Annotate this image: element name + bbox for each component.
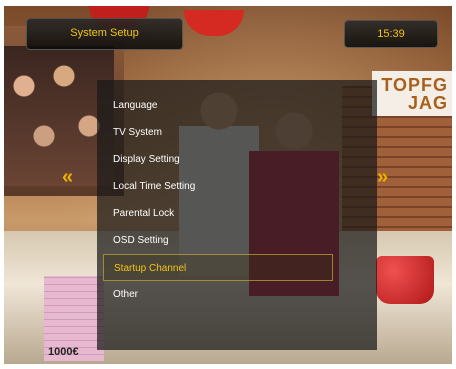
clock: 15:39 (377, 28, 405, 40)
page-title: System Setup (70, 27, 139, 39)
menu-item-tv-system[interactable]: TV System (103, 119, 333, 146)
system-setup-menu: Language TV System Display Setting Local… (97, 80, 377, 350)
menu-item-language[interactable]: Language (103, 92, 333, 119)
background-show-logo: TOPFG JAG (381, 75, 448, 113)
menu-item-parental-lock[interactable]: Parental Lock (103, 200, 333, 227)
double-chevron-right-icon[interactable]: » (377, 166, 388, 189)
menu-list: Language TV System Display Setting Local… (97, 92, 377, 308)
menu-item-local-time-setting[interactable]: Local Time Setting (103, 173, 333, 200)
menu-item-startup-channel[interactable]: Startup Channel (103, 254, 333, 281)
menu-item-display-setting[interactable]: Display Setting (103, 146, 333, 173)
background-red-pot (376, 256, 434, 304)
menu-item-osd-setting[interactable]: OSD Setting (103, 227, 333, 254)
tv-screen: TOPFG JAG 1000€ System Setup 15:39 « Lan… (4, 6, 452, 364)
double-chevron-left-icon[interactable]: « (62, 166, 73, 189)
clock-bar: 15:39 (344, 20, 438, 48)
title-bar: System Setup (26, 18, 183, 50)
background-money-label: 1000€ (48, 346, 79, 358)
menu-item-other[interactable]: Other (103, 281, 333, 308)
background-lamp (184, 10, 244, 36)
